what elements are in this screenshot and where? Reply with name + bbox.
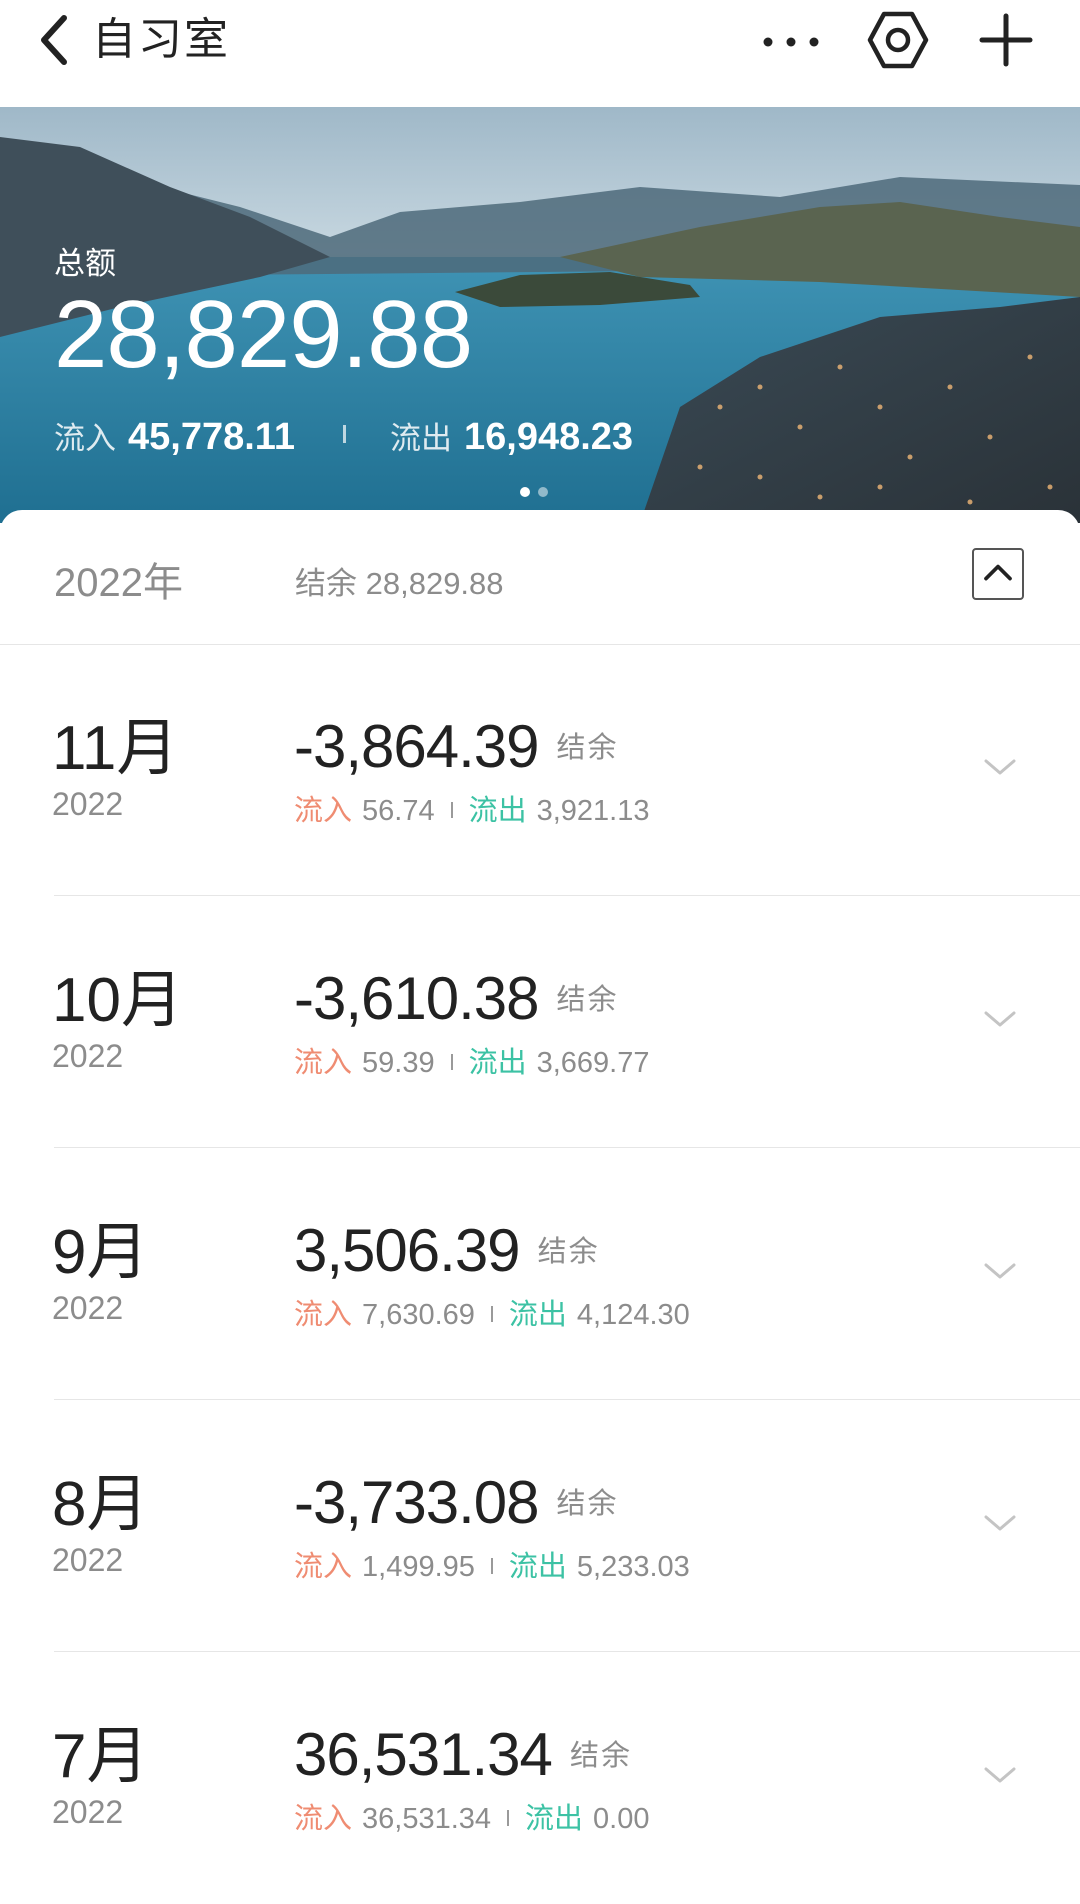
top-nav-bar: 自习室 [0,0,1080,107]
records-card: 2022年 结余 28,829.88 11月 2022 -3,864.39 结余 … [0,510,1080,1903]
flow-separator [450,1054,453,1070]
outflow-value: 5,233.03 [576,1551,690,1583]
month-flows: 流入 56.74 流出 3,921.13 [294,787,650,829]
more-icon[interactable] [760,14,822,64]
month-label: 7月 [52,1722,149,1791]
inflow-value: 1,499.95 [362,1551,475,1583]
month-year: 2022 [52,786,124,822]
outflow-value: 3,921.13 [536,795,650,827]
outflow-label: 流出 [508,1299,567,1331]
hero-banner[interactable]: 总额 28,829.88 流入 45,778.11 流出 16,948.23 [0,107,1080,523]
month-row[interactable]: 10月 2022 -3,610.38 结余 流入 59.39 流出 3,669.77 [0,896,1080,1148]
month-label: 11月 [52,714,179,783]
flow-separator [490,1306,493,1322]
month-amount-value: -3,733.08 [294,1469,540,1536]
back-arrow-icon[interactable] [34,12,74,68]
inflow-label: 流入 [294,1299,353,1331]
month-balance-label: 结余 [556,984,619,1016]
carousel-dot-active [520,487,530,497]
inflow-value: 56.74 [362,795,435,827]
year-summary-row[interactable]: 2022年 结余 28,829.88 [0,510,1080,645]
hero-inflow-label: 流入 [54,421,116,456]
outflow-label: 流出 [468,1047,527,1079]
flow-separator [450,802,453,818]
month-amount: 3,506.39 结余 [294,1216,600,1287]
month-balance-label: 结余 [569,1740,632,1772]
hero-inflow: 流入 45,778.11 [54,413,295,459]
month-row[interactable]: 11月 2022 -3,864.39 结余 流入 56.74 流出 3,921.13 [0,644,1080,896]
month-label: 9月 [52,1218,149,1287]
expand-chevron-down-icon[interactable] [982,1008,1018,1030]
month-amount-value: 3,506.39 [294,1217,521,1284]
expand-chevron-down-icon[interactable] [982,1764,1018,1786]
hero-outflow: 流出 16,948.23 [390,413,633,459]
page-title: 自习室 [92,15,230,64]
month-year: 2022 [52,1038,124,1074]
outflow-value: 0.00 [593,1803,650,1835]
month-flows: 流入 36,531.34 流出 0.00 [294,1795,650,1837]
expand-chevron-down-icon[interactable] [982,1512,1018,1534]
inflow-label: 流入 [294,1551,353,1583]
add-icon[interactable] [978,12,1034,68]
outflow-value: 4,124.30 [576,1299,690,1331]
month-row[interactable]: 7月 2022 36,531.34 结余 流入 36,531.34 流出 0.00 [0,1652,1080,1904]
hero-inflow-value: 45,778.11 [128,416,295,458]
inflow-value: 7,630.69 [362,1299,475,1331]
carousel-dot [538,487,548,497]
collapse-chevron-up-icon[interactable] [972,548,1024,600]
outflow-label: 流出 [468,795,527,827]
hero-outflow-value: 16,948.23 [464,416,634,458]
outflow-label: 流出 [525,1803,584,1835]
flow-separator [490,1558,493,1574]
month-amount: -3,864.39 结余 [294,712,619,783]
hero-flow-separator [343,425,346,443]
hero-outflow-label: 流出 [390,421,452,456]
inflow-value: 59.39 [362,1047,435,1079]
month-amount: -3,610.38 结余 [294,964,619,1035]
inflow-label: 流入 [294,1803,353,1835]
month-amount-value: 36,531.34 [294,1721,553,1788]
month-flows: 流入 1,499.95 流出 5,233.03 [294,1543,690,1585]
month-row[interactable]: 9月 2022 3,506.39 结余 流入 7,630.69 流出 4,124.30 [0,1148,1080,1400]
month-year: 2022 [52,1794,124,1830]
expand-chevron-down-icon[interactable] [982,1260,1018,1282]
inflow-label: 流入 [294,795,353,827]
month-amount-value: -3,864.39 [294,713,540,780]
outflow-value: 3,669.77 [536,1047,650,1079]
month-row[interactable]: 8月 2022 -3,733.08 结余 流入 1,499.95 流出 5,233.03 [0,1400,1080,1652]
month-balance-label: 结余 [556,1488,619,1520]
month-amount: -3,733.08 结余 [294,1468,619,1539]
settings-hexagon-icon[interactable] [866,8,930,72]
total-label: 总额 [54,246,116,281]
month-balance-label: 结余 [556,732,619,764]
year-label: 2022年 [54,561,183,605]
flow-separator [507,1810,510,1826]
month-label: 10月 [52,966,183,1035]
month-amount: 36,531.34 结余 [294,1720,632,1791]
carousel-indicator [520,484,556,502]
month-flows: 流入 59.39 流出 3,669.77 [294,1039,650,1081]
inflow-label: 流入 [294,1047,353,1079]
month-amount-value: -3,610.38 [294,965,540,1032]
month-year: 2022 [52,1290,124,1326]
month-year: 2022 [52,1542,124,1578]
outflow-label: 流出 [508,1551,567,1583]
month-flows: 流入 7,630.69 流出 4,124.30 [294,1291,690,1333]
expand-chevron-down-icon[interactable] [982,756,1018,778]
month-label: 8月 [52,1470,149,1539]
inflow-value: 36,531.34 [362,1803,492,1835]
month-balance-label: 结余 [537,1236,600,1268]
year-balance: 结余 28,829.88 [295,566,504,601]
total-amount: 28,829.88 [54,281,473,388]
